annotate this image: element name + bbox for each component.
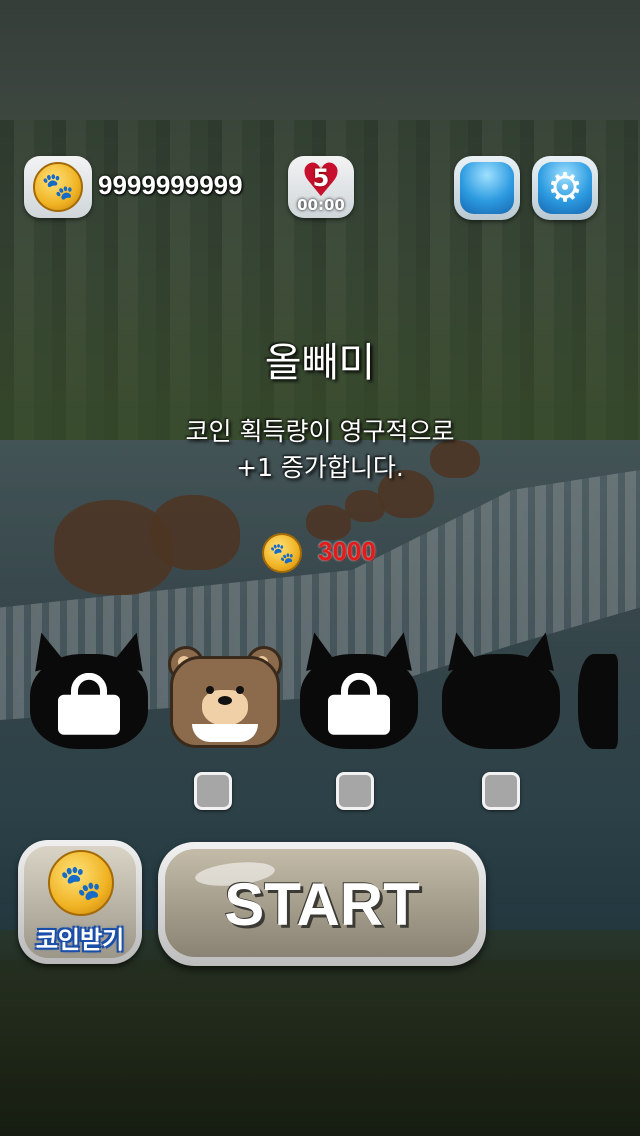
- hearts-count: 5: [312, 164, 330, 192]
- collect-coins-label[interactable]: 코인받기: [0, 920, 160, 955]
- hearts-badge[interactable]: ♥ 5 00:00: [288, 156, 354, 218]
- character-price: 3000: [318, 536, 376, 566]
- character-silhouette: [442, 654, 560, 749]
- selection-checkbox[interactable]: [194, 772, 232, 810]
- bear-character-icon: [166, 642, 284, 752]
- lock-icon: [58, 672, 120, 735]
- coin-balance-badge: 🐾: [24, 156, 92, 218]
- lock-icon: [328, 672, 390, 735]
- settings-button-face: ⚙: [538, 162, 592, 214]
- start-button-face: START: [165, 849, 479, 957]
- blue-button-face: [460, 162, 514, 214]
- settings-button[interactable]: ⚙: [532, 156, 598, 220]
- heart-timer: 00:00: [297, 196, 345, 214]
- paw-coin-icon: 🐾: [48, 850, 114, 916]
- coin-balance: 9999999999: [98, 170, 243, 200]
- gear-icon: ⚙: [547, 165, 583, 211]
- blue-button[interactable]: [454, 156, 520, 220]
- start-button[interactable]: START: [158, 842, 486, 966]
- character-description: 코인 획득량이 영구적으로 +1 증가합니다.: [185, 417, 455, 482]
- character-slot-partial[interactable]: [578, 642, 618, 752]
- paw-coin-icon: 🐾: [262, 533, 302, 573]
- character-slot-bear[interactable]: [166, 642, 284, 752]
- character-name: 올빼미: [264, 340, 376, 386]
- selection-checkbox[interactable]: [336, 772, 374, 810]
- character-slot-silhouette[interactable]: [440, 629, 562, 752]
- start-label: START: [224, 871, 420, 938]
- character-slot-locked-owl[interactable]: [25, 628, 153, 752]
- character-slot-locked-cat[interactable]: [298, 629, 420, 752]
- selection-checkbox[interactable]: [482, 772, 520, 810]
- character-silhouette: [578, 654, 618, 749]
- paw-coin-icon: 🐾: [33, 162, 83, 212]
